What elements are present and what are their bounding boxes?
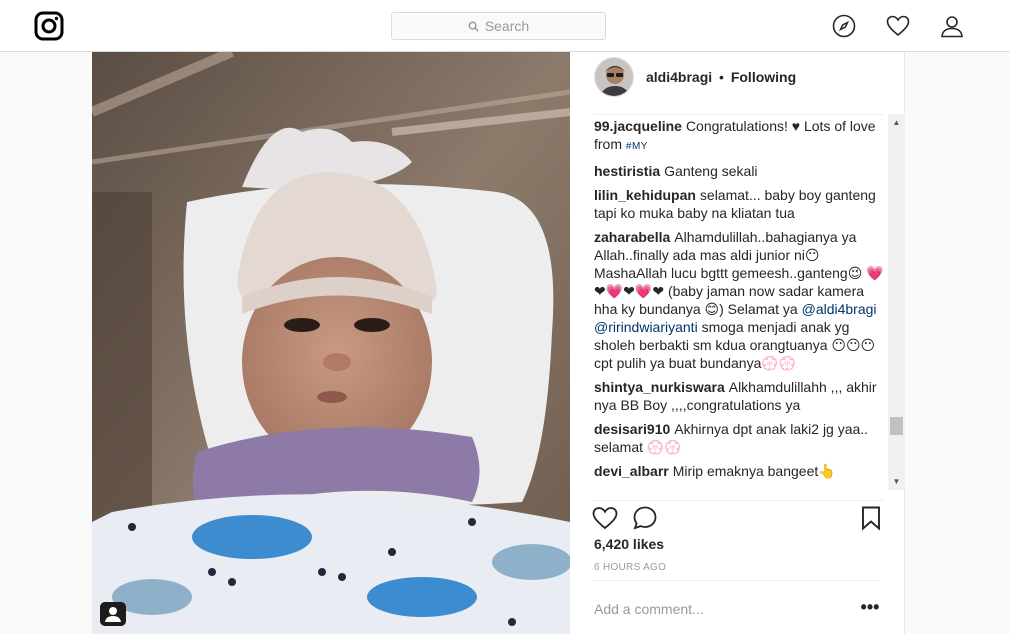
post-view: aldi4bragi • Following 99.jacqueline Cong…: [0, 52, 1010, 634]
search-icon: [468, 21, 479, 32]
comment-username[interactable]: desisari910: [594, 421, 670, 437]
mention-link[interactable]: @aldi4bragi: [802, 301, 877, 317]
post-timestamp: 6 HOURS AGO: [594, 562, 667, 573]
post-actions: [592, 500, 884, 531]
comment-item: hestiristia Ganteng sekali: [594, 162, 884, 180]
comment-username[interactable]: zaharabella: [594, 229, 670, 245]
post-username[interactable]: aldi4bragi: [646, 69, 712, 85]
search-placeholder: Search: [484, 18, 530, 34]
comment-icon[interactable]: [632, 505, 658, 531]
comment-item: devi_albarr Mirip emaknya bangeet👆: [594, 462, 884, 480]
likes-count[interactable]: 6,420 likes: [594, 536, 664, 552]
top-navigation-bar: Search: [0, 0, 1010, 52]
user-icon[interactable]: [940, 14, 964, 38]
bookmark-icon[interactable]: [858, 505, 884, 531]
comment-item: zaharabella Alhamdulillah..bahagianya ya …: [594, 228, 884, 372]
comment-input[interactable]: [594, 597, 844, 621]
baby-photo-illustration: [92, 52, 570, 634]
post-header: aldi4bragi • Following: [570, 52, 905, 104]
post-author-line: aldi4bragi • Following: [646, 69, 796, 85]
scroll-up-arrow-icon[interactable]: ▲: [888, 114, 905, 131]
more-options-icon[interactable]: •••: [860, 597, 880, 621]
search-input[interactable]: Search: [391, 12, 606, 40]
comment-item: lilin_kehidupan selamat... baby boy gante…: [594, 186, 884, 222]
compass-icon[interactable]: [832, 14, 856, 38]
comment-username[interactable]: lilin_kehidupan: [594, 187, 696, 203]
instagram-icon[interactable]: [34, 11, 64, 41]
heart-outline-icon[interactable]: [592, 505, 618, 531]
avatar[interactable]: [594, 57, 634, 97]
mention-link[interactable]: @ririndwiariyanti: [594, 319, 698, 335]
comment-item: desisari910 Akhirnya dpt anak laki2 jg ya…: [594, 420, 884, 456]
comment-username[interactable]: shintya_nurkiswara: [594, 379, 725, 395]
comment-username[interactable]: devi_albarr: [594, 463, 669, 479]
following-button[interactable]: Following: [731, 69, 796, 85]
tagged-user-icon[interactable]: [100, 602, 126, 626]
comment-item: 99.jacqueline Congratulations! ♥ Lots of …: [594, 117, 884, 156]
post-photo[interactable]: [92, 52, 570, 634]
comment-username[interactable]: 99.jacqueline: [594, 118, 682, 134]
add-comment-section: •••: [594, 580, 880, 634]
comment-item: shintya_nurkiswara Alkhamdulillahh ,,, ak…: [594, 378, 884, 414]
scrollbar-thumb[interactable]: [890, 417, 903, 435]
comments-scrollbar[interactable]: ▲ ▼: [888, 114, 905, 490]
comment-text: Mirip emaknya bangeet👆: [672, 463, 836, 479]
separator-dot: •: [719, 69, 724, 85]
comments-list[interactable]: 99.jacqueline Congratulations! ♥ Lots of …: [594, 114, 884, 490]
comment-username[interactable]: hestiristia: [594, 163, 660, 179]
comment-text: Ganteng sekali: [664, 163, 758, 179]
post-details-panel: aldi4bragi • Following 99.jacqueline Cong…: [570, 52, 905, 634]
heart-icon[interactable]: [886, 14, 910, 38]
hashtag-link[interactable]: #MY: [626, 141, 648, 152]
scroll-down-arrow-icon[interactable]: ▼: [888, 473, 905, 490]
